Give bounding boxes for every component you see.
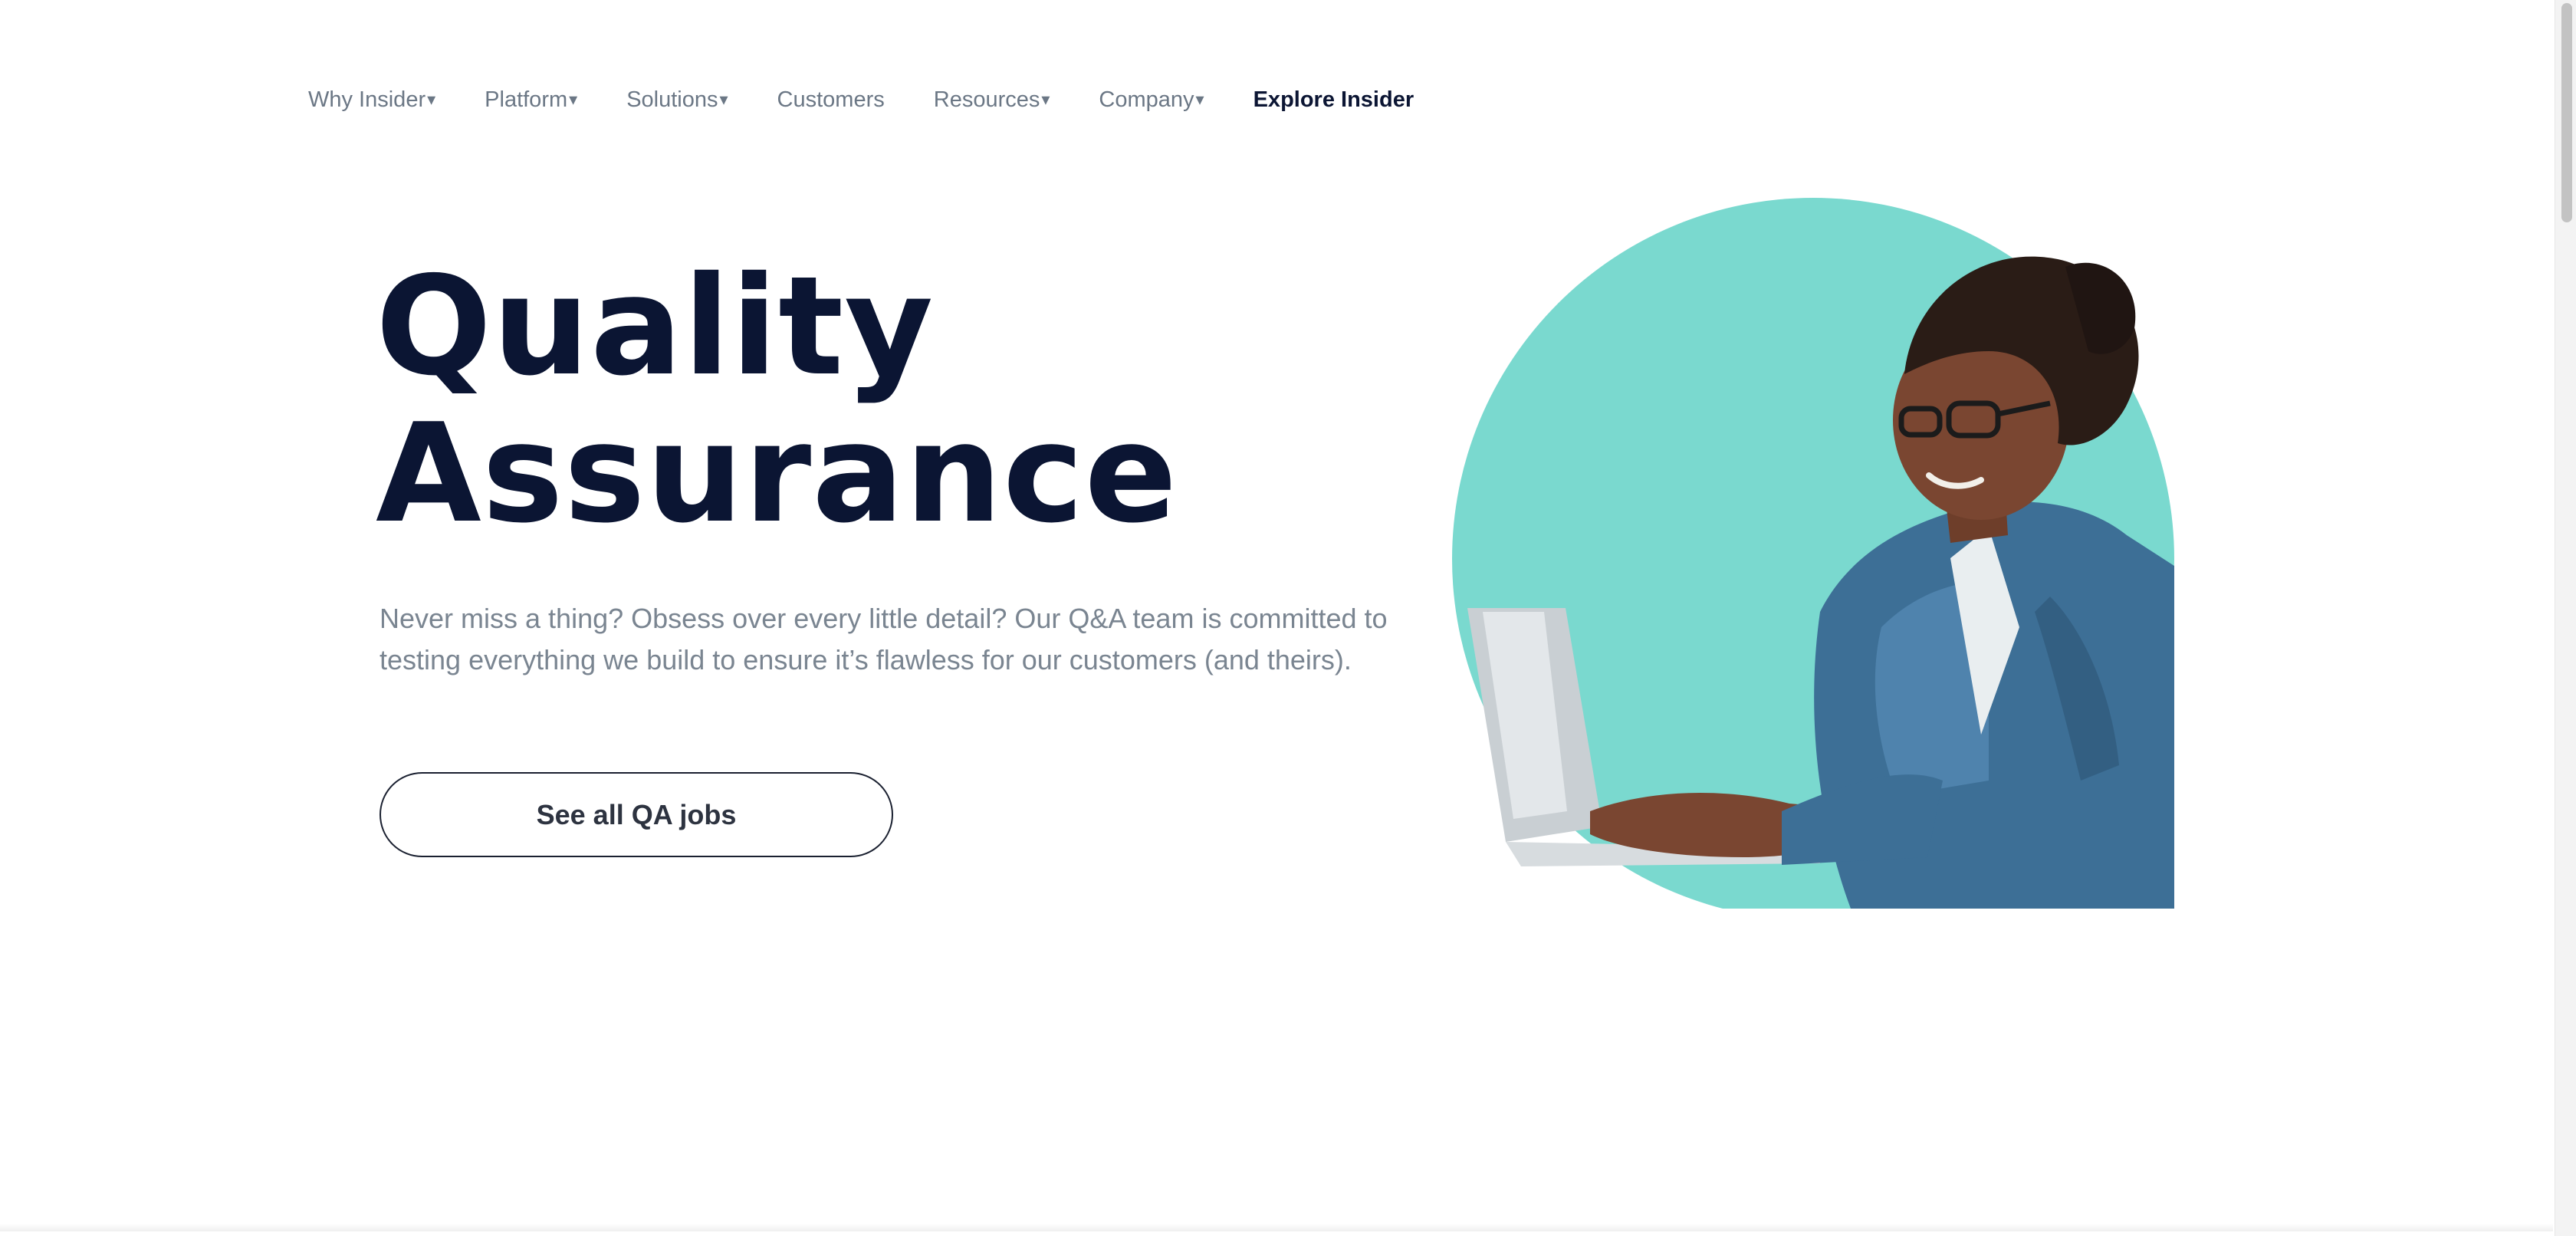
nav-platform[interactable]: Platform ▾: [485, 87, 577, 113]
hero-description: Never miss a thing? Obsess over every li…: [380, 603, 1388, 676]
page-scrollbar[interactable]: [2555, 0, 2576, 1236]
caret-down-icon: ▾: [427, 90, 436, 109]
scrollbar-thumb[interactable]: [2561, 3, 2572, 222]
nav-label: Customers: [777, 87, 885, 112]
section-divider: [0, 1224, 2553, 1231]
nav-label: Platform: [485, 87, 568, 112]
nav-label: Solutions: [626, 87, 718, 112]
nav-customers[interactable]: Customers: [777, 87, 885, 113]
nav-company[interactable]: Company ▾: [1099, 87, 1204, 113]
caret-down-icon: ▾: [1195, 90, 1204, 109]
main-nav: Why Insider ▾ Platform ▾ Solutions ▾ Cus…: [308, 83, 1414, 117]
page-title: Quality Assurance: [376, 253, 1178, 547]
nav-label: Why Insider: [308, 87, 426, 112]
nav-label: Resources: [933, 87, 1040, 112]
caret-down-icon: ▾: [1041, 90, 1050, 109]
caret-down-icon: ▾: [569, 90, 578, 109]
caret-down-icon: ▾: [719, 90, 728, 109]
see-all-qa-jobs-button[interactable]: See all QA jobs: [380, 772, 893, 857]
nav-label: Company: [1099, 87, 1194, 112]
title-line-1: Quality: [376, 247, 935, 406]
title-line-2: Assurance: [376, 394, 1178, 553]
nav-why-insider[interactable]: Why Insider ▾: [308, 87, 435, 113]
hero-illustration: [1452, 198, 2174, 909]
nav-resources[interactable]: Resources ▾: [934, 87, 1050, 113]
nav-explore-insider[interactable]: Explore Insider: [1254, 87, 1414, 113]
page: Why Insider ▾ Platform ▾ Solutions ▾ Cus…: [0, 0, 2576, 1236]
nav-solutions[interactable]: Solutions ▾: [626, 87, 728, 113]
woman-with-laptop-image: [1452, 198, 2174, 909]
